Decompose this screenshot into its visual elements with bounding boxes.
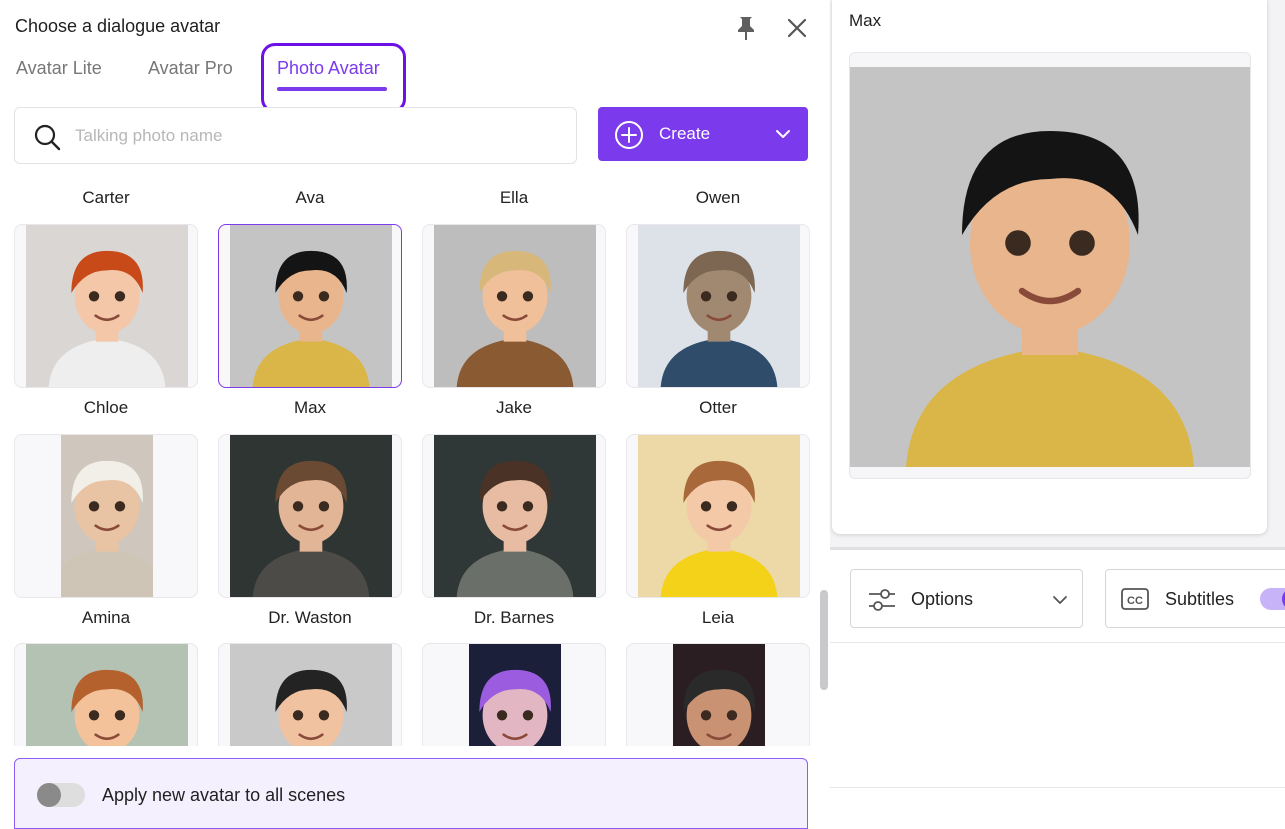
avatar-thumbnail <box>230 435 392 597</box>
preview-image <box>850 67 1250 467</box>
avatar-name: Jake <box>496 398 532 417</box>
avatar-card[interactable] <box>14 434 198 598</box>
avatar-name: Otter <box>699 398 737 417</box>
avatar-card[interactable] <box>422 224 606 388</box>
avatar-thumbnail <box>230 644 392 746</box>
avatar-name: Leia <box>701 608 735 627</box>
subtitles-toggle[interactable] <box>1260 588 1285 610</box>
avatar-dialog: Choose a dialogue avatar Avatar Lite Ava… <box>0 0 830 829</box>
avatar-card[interactable] <box>626 643 810 746</box>
close-icon[interactable] <box>785 16 809 40</box>
create-button[interactable]: Create <box>598 107 808 161</box>
avatar-card[interactable] <box>14 643 198 746</box>
avatar-name: Amina <box>81 608 131 627</box>
avatar-card[interactable] <box>626 434 810 598</box>
avatar-card[interactable] <box>218 643 402 746</box>
preview-avatar-name: Max <box>849 11 882 30</box>
tab-avatar-lite[interactable]: Avatar Lite <box>16 58 102 79</box>
avatar-thumbnail <box>638 225 800 387</box>
options-dropdown[interactable]: Options <box>850 569 1083 628</box>
avatar-thumbnail <box>469 644 561 746</box>
search-input[interactable] <box>75 123 555 149</box>
plus-circle-icon <box>614 120 644 150</box>
svg-text:CC: CC <box>1127 595 1143 607</box>
avatar-card[interactable] <box>14 224 198 388</box>
avatar-card[interactable] <box>626 224 810 388</box>
sliders-icon <box>867 587 897 613</box>
avatar-thumbnail <box>61 435 153 597</box>
apply-all-scenes-bar: Apply new avatar to all scenes <box>14 758 808 829</box>
preview-frame <box>849 52 1251 479</box>
avatar-card[interactable] <box>422 643 606 746</box>
avatar-name: Carter <box>82 188 130 207</box>
closed-captions-icon: CC <box>1120 586 1150 612</box>
avatar-name: Chloe <box>83 398 129 417</box>
avatar-card[interactable] <box>422 434 606 598</box>
avatar-name: Dr. Waston <box>268 608 352 627</box>
toggle-knob <box>37 783 61 807</box>
avatar-name: Owen <box>695 188 741 207</box>
avatar-thumbnail <box>26 644 188 746</box>
avatar-name: Ella <box>499 188 529 207</box>
avatar-thumbnail <box>434 225 596 387</box>
avatar-card-selected[interactable] <box>218 224 402 388</box>
avatar-thumbnail <box>434 435 596 597</box>
apply-all-toggle[interactable] <box>37 783 85 807</box>
avatar-grid: Carter Ava Ella Owen Chloe Max Jake Otte… <box>0 180 818 746</box>
search-box <box>14 107 577 164</box>
avatar-card[interactable] <box>218 434 402 598</box>
avatar-thumbnail <box>230 225 392 387</box>
options-label: Options <box>911 589 974 609</box>
chevron-down-icon <box>1051 591 1069 609</box>
avatar-thumbnail <box>638 435 800 597</box>
avatar-name: Ava <box>295 188 325 207</box>
avatar-name: Dr. Barnes <box>473 608 555 627</box>
avatar-thumbnail <box>26 225 188 387</box>
divider-line <box>830 642 1285 643</box>
subtitles-control: CC Subtitles <box>1105 569 1285 628</box>
grid-scrollbar[interactable] <box>820 590 828 690</box>
apply-all-label: Apply new avatar to all scenes <box>102 785 346 805</box>
avatar-preview-card: Max <box>832 0 1267 534</box>
tab-avatar-pro[interactable]: Avatar Pro <box>148 58 233 79</box>
tab-highlight-annotation <box>261 43 406 113</box>
divider-line <box>830 787 1285 788</box>
subtitles-label: Subtitles <box>1165 589 1235 609</box>
dialog-title: Choose a dialogue avatar <box>15 16 221 36</box>
create-label: Create <box>659 124 711 143</box>
avatar-thumbnail <box>673 644 765 746</box>
pin-icon[interactable] <box>733 14 759 42</box>
chevron-down-icon[interactable] <box>774 125 792 143</box>
avatar-name: Max <box>293 398 327 417</box>
search-icon <box>33 123 61 151</box>
